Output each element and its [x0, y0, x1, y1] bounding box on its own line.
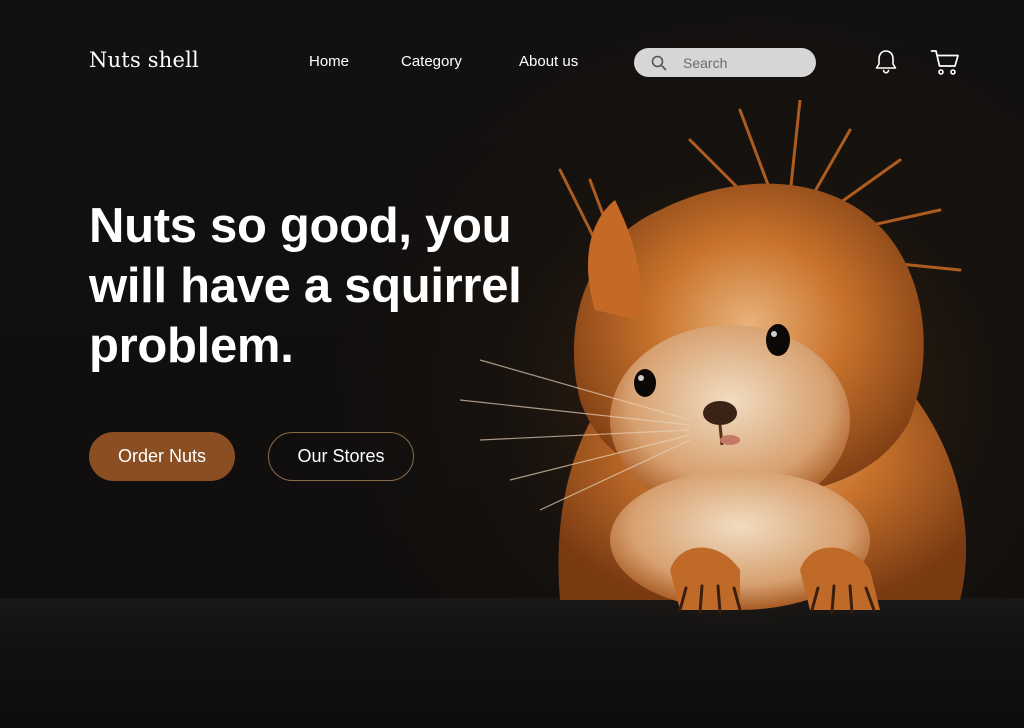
- our-stores-button[interactable]: Our Stores: [268, 432, 414, 481]
- hero-headline: Nuts so good, you will have a squirrel p…: [89, 196, 529, 376]
- headline-line: problem.: [89, 319, 294, 373]
- bell-icon[interactable]: [874, 49, 898, 75]
- search-icon: [651, 55, 667, 70]
- nav-category[interactable]: Category: [401, 53, 462, 70]
- nav-about-us[interactable]: About us: [519, 53, 578, 70]
- headline-line: Nuts so good, you: [89, 199, 512, 253]
- cart-icon[interactable]: [930, 49, 960, 76]
- brand-logo[interactable]: Nuts shell: [89, 48, 199, 72]
- nav-home[interactable]: Home: [309, 53, 349, 70]
- order-nuts-button[interactable]: Order Nuts: [89, 432, 235, 481]
- search-bar[interactable]: [634, 48, 816, 77]
- search-input[interactable]: [683, 54, 793, 71]
- headline-line: will have a squirrel: [89, 259, 522, 313]
